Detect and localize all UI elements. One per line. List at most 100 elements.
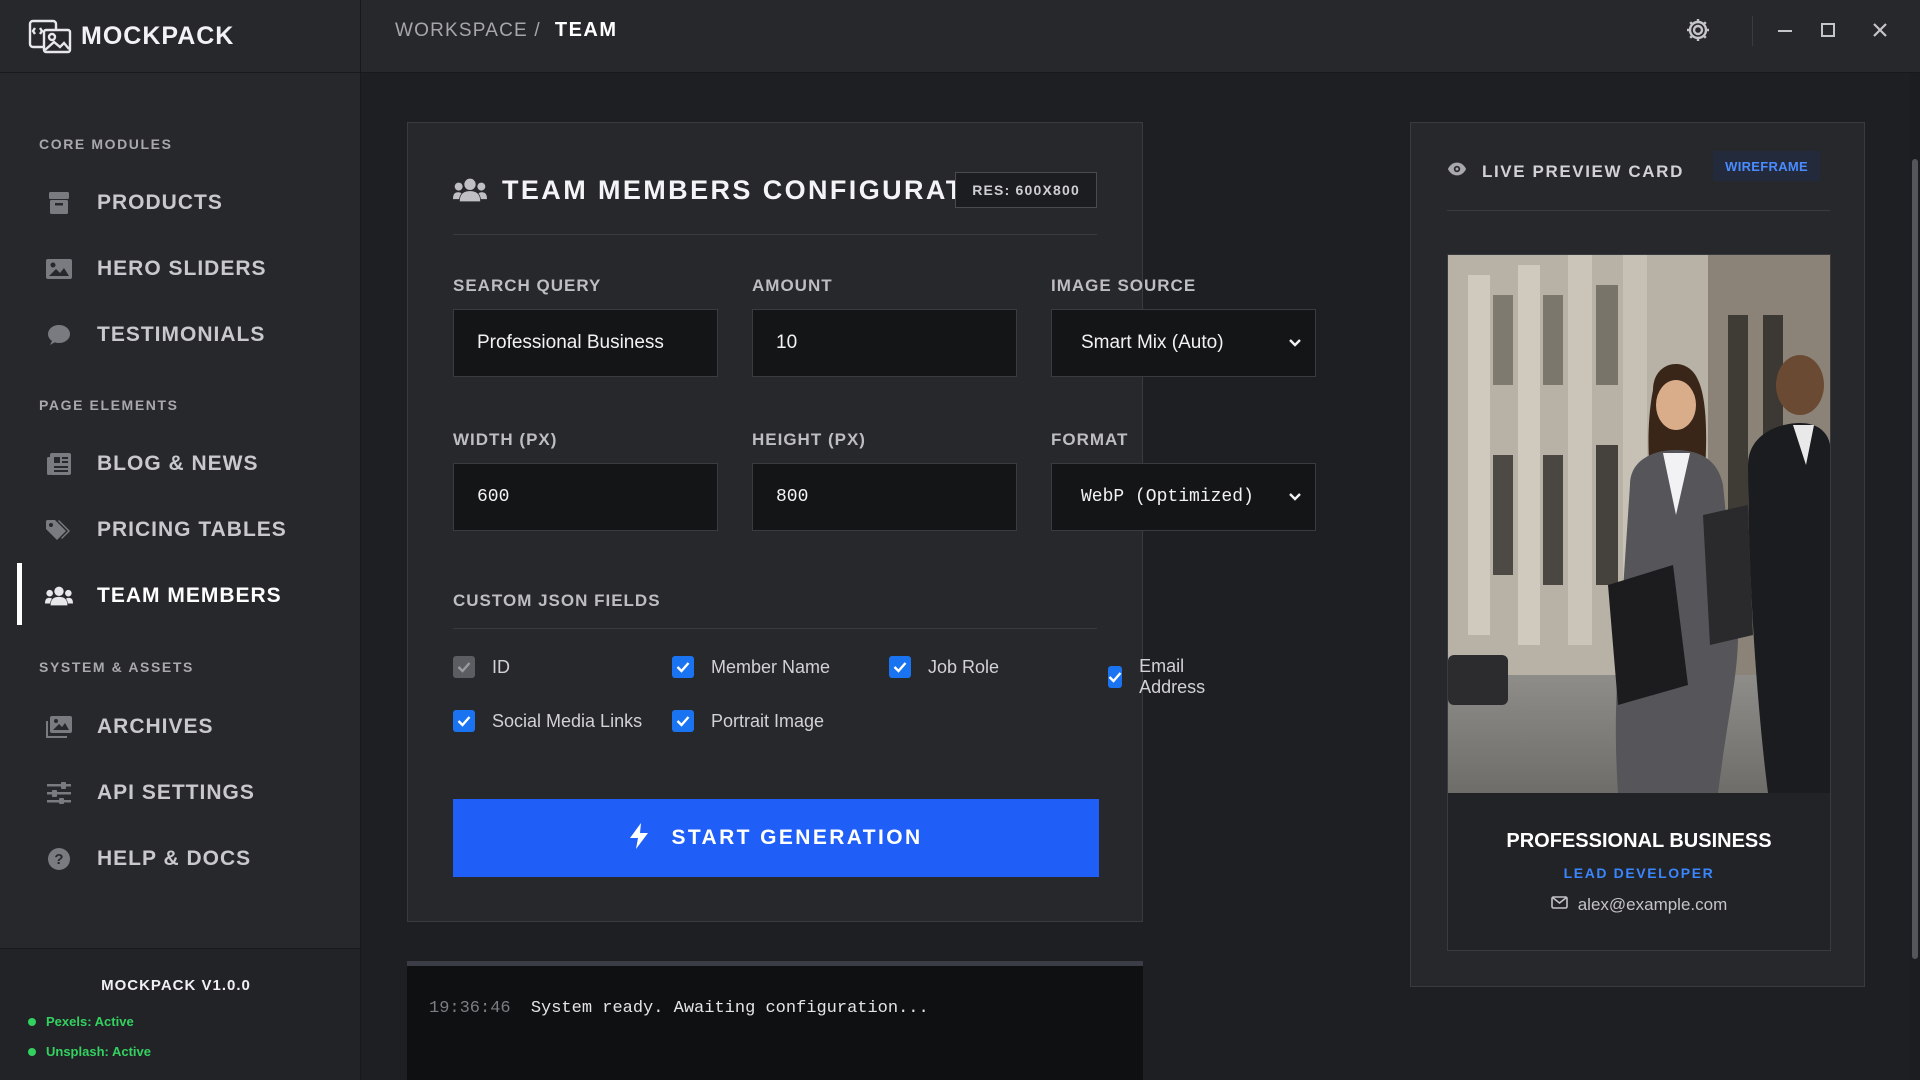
checkbox-label: Member Name bbox=[711, 656, 831, 677]
eye-icon bbox=[1447, 161, 1471, 185]
format-select[interactable]: WebP (Optimized) bbox=[1051, 463, 1316, 531]
checkbox-portrait-image[interactable]: Portrait Image bbox=[672, 710, 824, 732]
sliders-icon bbox=[45, 779, 73, 807]
card-job-role: LEAD DEVELOPER bbox=[1563, 865, 1715, 881]
topbar: WORKSPACE / TEAM bbox=[361, 0, 1920, 73]
checkbox-box[interactable] bbox=[672, 710, 694, 732]
checkbox-member-name[interactable]: Member Name bbox=[672, 656, 830, 678]
status-label: Unsplash: Active bbox=[46, 1044, 151, 1059]
field-label: SEARCH QUERY bbox=[453, 276, 602, 295]
sidebar-item-team-members[interactable]: TEAM MEMBERS bbox=[0, 563, 360, 629]
scrollbar-track[interactable] bbox=[1910, 73, 1920, 1080]
tags-icon bbox=[45, 516, 73, 544]
close-icon bbox=[1871, 21, 1889, 44]
scrollbar-thumb[interactable] bbox=[1912, 159, 1918, 959]
start-generation-label: START GENERATION bbox=[671, 826, 923, 849]
breadcrumb-root[interactable]: WORKSPACE / bbox=[395, 20, 541, 42]
preview-card: PROFESSIONAL BUSINESS LEAD DEVELOPER ale… bbox=[1447, 254, 1831, 951]
box-icon bbox=[45, 189, 73, 217]
images-icon bbox=[45, 713, 73, 741]
amount-input[interactable] bbox=[752, 309, 1017, 377]
minimize-button[interactable] bbox=[1767, 14, 1803, 50]
sidebar-item-blog-news[interactable]: BLOG & NEWS bbox=[0, 431, 360, 497]
bolt-icon bbox=[629, 822, 649, 854]
nav-section-system-assets: SYSTEM & ASSETS bbox=[39, 659, 194, 675]
sidebar-item-products[interactable]: PRODUCTS bbox=[0, 170, 360, 236]
sidebar-item-label: HERO SLIDERS bbox=[97, 257, 267, 280]
image-icon bbox=[45, 255, 73, 283]
sidebar-item-label: ARCHIVES bbox=[97, 715, 214, 738]
width-input[interactable] bbox=[453, 463, 718, 531]
height-input[interactable] bbox=[752, 463, 1017, 531]
field-amount: AMOUNT bbox=[752, 276, 1017, 377]
checkbox-label: Social Media Links bbox=[492, 710, 643, 731]
sidebar-item-hero-sliders[interactable]: HERO SLIDERS bbox=[0, 236, 360, 302]
maximize-icon bbox=[1819, 21, 1837, 44]
field-height: HEIGHT (PX) bbox=[752, 430, 1017, 531]
topbar-divider bbox=[1752, 16, 1753, 46]
config-panel: TEAM MEMBERS CONFIGURATION RES: 600X800 … bbox=[407, 122, 1316, 922]
sidebar-item-label: PRICING TABLES bbox=[97, 518, 287, 541]
breadcrumb-current: TEAM bbox=[554, 19, 618, 41]
portrait-image bbox=[1448, 255, 1830, 793]
preview-title: LIVE PREVIEW CARD bbox=[1482, 162, 1684, 181]
preview-panel: LIVE PREVIEW CARD WIREFRAME PROFESSIONAL… bbox=[1410, 122, 1865, 987]
nav-section-core-modules: CORE MODULES bbox=[39, 136, 173, 152]
maximize-button[interactable] bbox=[1810, 14, 1846, 50]
field-image-source: IMAGE SOURCE Smart Mix (Auto) bbox=[1051, 276, 1316, 377]
select-value: Smart Mix (Auto) bbox=[1081, 332, 1224, 353]
check-icon bbox=[457, 716, 471, 727]
checkbox-box[interactable] bbox=[1108, 666, 1123, 688]
sidebar-item-pricing-tables[interactable]: PRICING TABLES bbox=[0, 497, 360, 563]
users-icon bbox=[453, 177, 487, 207]
sidebar-item-label: TEAM MEMBERS bbox=[97, 584, 282, 607]
checkbox-id[interactable]: ID bbox=[453, 656, 510, 678]
status-dot-icon bbox=[28, 1047, 36, 1056]
checkbox-social-media-links[interactable]: Social Media Links bbox=[453, 710, 642, 732]
checkbox-box[interactable] bbox=[453, 710, 475, 732]
sidebar-item-help-docs[interactable]: ? HELP & DOCS bbox=[0, 826, 360, 892]
checkbox-label: Email Address bbox=[1139, 656, 1206, 697]
field-search-query: SEARCH QUERY bbox=[453, 276, 718, 377]
status-pexels: Pexels: Active bbox=[28, 1014, 134, 1029]
field-label: FORMAT bbox=[1051, 430, 1129, 449]
sidebar-item-label: PRODUCTS bbox=[97, 191, 223, 214]
preview-header: LIVE PREVIEW CARD WIREFRAME bbox=[1447, 151, 1830, 211]
close-button[interactable] bbox=[1862, 14, 1898, 50]
brand-name: MOCKPACK bbox=[81, 21, 235, 50]
sidebar-item-api-settings[interactable]: API SETTINGS bbox=[0, 760, 360, 826]
console-line: 19:36:46 System ready. Awaiting configur… bbox=[429, 999, 929, 1018]
envelope-icon bbox=[1550, 896, 1568, 914]
json-fields-header: CUSTOM JSON FIELDS bbox=[453, 591, 1097, 629]
console-timestamp: 19:36:46 bbox=[429, 999, 511, 1018]
settings-button[interactable] bbox=[1680, 14, 1716, 50]
sidebar-item-testimonials[interactable]: TESTIMONIALS bbox=[0, 302, 360, 368]
search-query-input[interactable] bbox=[453, 309, 718, 377]
start-generation-button[interactable]: START GENERATION bbox=[453, 799, 1099, 877]
image-source-select[interactable]: Smart Mix (Auto) bbox=[1051, 309, 1316, 377]
checkbox-box[interactable] bbox=[672, 656, 694, 678]
chevron-down-icon bbox=[1288, 486, 1302, 508]
panel-header: TEAM MEMBERS CONFIGURATION RES: 600X800 bbox=[453, 172, 1097, 235]
chevron-down-icon bbox=[1288, 332, 1302, 354]
field-width: WIDTH (PX) bbox=[453, 430, 718, 531]
field-label: WIDTH (PX) bbox=[453, 430, 558, 449]
console-log: 19:36:46 System ready. Awaiting configur… bbox=[407, 961, 1143, 1080]
logo-icon bbox=[27, 16, 73, 56]
checkbox-label: Job Role bbox=[928, 656, 1000, 677]
status-label: Pexels: Active bbox=[46, 1014, 134, 1029]
status-unsplash: Unsplash: Active bbox=[28, 1044, 151, 1059]
check-icon bbox=[676, 716, 690, 727]
json-fields-label: CUSTOM JSON FIELDS bbox=[453, 591, 661, 610]
checkbox-email-address[interactable]: Email Address bbox=[1108, 656, 1213, 698]
brand: MOCKPACK bbox=[0, 0, 360, 73]
field-label: HEIGHT (PX) bbox=[752, 430, 866, 449]
breadcrumb: WORKSPACE / TEAM bbox=[395, 19, 618, 42]
checkbox-box[interactable] bbox=[889, 656, 911, 678]
checkbox-box[interactable] bbox=[453, 656, 475, 678]
sidebar-item-archives[interactable]: ARCHIVES bbox=[0, 694, 360, 760]
select-value: WebP (Optimized) bbox=[1081, 487, 1254, 507]
wireframe-toggle[interactable]: WIREFRAME bbox=[1713, 151, 1820, 181]
checkbox-job-role[interactable]: Job Role bbox=[889, 656, 999, 678]
question-circle-icon: ? bbox=[45, 845, 73, 873]
